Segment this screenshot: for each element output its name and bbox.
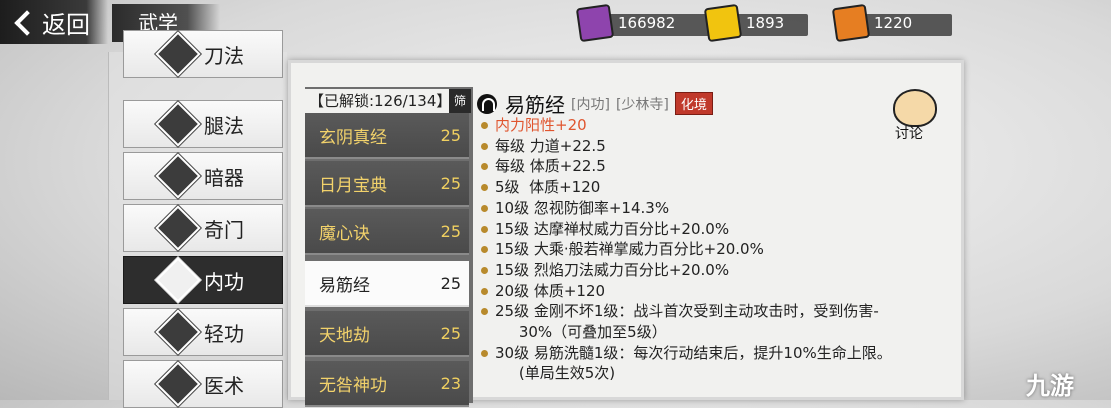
skill-name: 日月宝典 (319, 175, 387, 196)
realm-badge: 化境 (674, 92, 713, 115)
skill-item-yijin[interactable]: 易筋经 25 (305, 261, 469, 307)
skill-title: 易筋经 (505, 93, 565, 117)
unlock-count: 【已解锁:126/134】 (305, 89, 459, 113)
category-medicine[interactable]: 医术 (123, 360, 283, 408)
watermark-logo: 九游 (1026, 372, 1074, 400)
resource-orange: 1220 (831, 3, 952, 43)
skill-level: 25 (440, 273, 461, 293)
skill-level: 25 (440, 221, 461, 241)
back-button[interactable]: 返回 (0, 0, 108, 44)
category-lightness[interactable]: 轻功 (123, 308, 283, 356)
skill-level: 25 (440, 173, 461, 193)
skill-title-row: 易筋经 [内功] [少林寺] 化境 (477, 89, 713, 118)
effect-line: 30级 易筋洗髓1级：每次行动结束后，提升10%生命上限。 (481, 343, 892, 364)
discuss-button[interactable]: 讨论 (885, 89, 943, 142)
category-label: 奇门 (204, 217, 244, 242)
strange-weapon-icon (155, 205, 201, 251)
skill-item-wujiu[interactable]: 无咎神功 23 (305, 361, 469, 407)
back-label: 返回 (42, 10, 90, 39)
effect-line: 5级 体质+120 (481, 177, 892, 198)
effect-line: 15级 大乘·般若禅掌威力百分比+20.0% (481, 239, 892, 260)
skill-name: 魔心诀 (319, 223, 370, 244)
effect-line: 25级 金刚不坏1级：战斗首次受到主动攻击时，受到伤害- (481, 301, 892, 322)
inner-power-icon (155, 257, 201, 303)
effect-line: (单局生效5次) (495, 364, 616, 383)
back-arrow-icon (10, 9, 36, 35)
skill-level: 25 (440, 323, 461, 343)
effect-line: 10级 忽视防御率+14.3% (481, 198, 892, 219)
skill-name: 天地劫 (319, 325, 370, 346)
orange-token-icon (831, 3, 871, 43)
effect-line: 20级 体质+120 (481, 281, 892, 302)
discuss-label: 讨论 (895, 126, 923, 142)
category-label: 腿法 (204, 113, 244, 138)
skill-name: 易筋经 (319, 275, 370, 296)
effect-line: 每级 力道+22.5 (481, 136, 892, 157)
filter-button[interactable]: 筛 (449, 89, 471, 113)
blade-icon (155, 31, 201, 77)
inner-power-icon (477, 93, 497, 114)
category-panel: 刀法 腿法 暗器 奇门 内功 轻功 医术 (108, 30, 287, 408)
skill-item-xuanyin[interactable]: 玄阴真经 25 (305, 113, 469, 159)
effect-line: 15级 达摩禅杖威力百分比+20.0% (481, 219, 892, 240)
effect-line: 15级 烈焰刀法威力百分比+20.0% (481, 260, 892, 281)
skill-type: [内功] (571, 96, 610, 113)
category-inner-power[interactable]: 内功 (123, 256, 283, 304)
gold-token-icon (703, 3, 743, 43)
purple-token-icon (575, 3, 615, 43)
resource-value: 166982 (618, 14, 676, 32)
resource-value: 1220 (874, 14, 913, 32)
lightness-icon (155, 309, 201, 355)
skill-item-tiandi[interactable]: 天地劫 25 (305, 311, 469, 357)
resource-gold: 1893 (703, 3, 808, 43)
category-label: 刀法 (204, 43, 244, 68)
category-label: 内功 (204, 269, 244, 294)
skill-item-moxin[interactable]: 魔心诀 25 (305, 209, 469, 255)
dog-mascot-icon (893, 89, 937, 127)
category-label: 轻功 (204, 321, 244, 346)
effect-line: 内力阳性+20 (481, 115, 892, 136)
resource-value: 1893 (746, 14, 785, 32)
skill-name: 玄阴真经 (319, 127, 387, 148)
skill-name: 无咎神功 (319, 375, 387, 396)
effect-line: 30%（可叠加至5级） (495, 323, 667, 342)
category-kick[interactable]: 腿法 (123, 100, 283, 148)
effect-list: 内力阳性+20 每级 力道+22.5 每级 体质+22.5 5级 体质+120 … (481, 115, 892, 384)
category-label: 医术 (204, 373, 244, 398)
kick-icon (155, 101, 201, 147)
shuriken-icon (155, 153, 201, 199)
category-label: 暗器 (204, 165, 244, 190)
skill-level: 23 (440, 373, 461, 393)
skill-level: 25 (440, 125, 461, 145)
category-hidden-weapon[interactable]: 暗器 (123, 152, 283, 200)
category-blade[interactable]: 刀法 (123, 30, 283, 78)
skill-panel: 【已解锁:126/134】 筛 玄阴真经 25 日月宝典 25 魔心诀 25 易… (288, 60, 964, 407)
skill-school: [少林寺] (615, 96, 669, 113)
resource-purple: 166982 (575, 3, 712, 43)
effect-line: 每级 体质+22.5 (481, 156, 892, 177)
skill-item-riyue[interactable]: 日月宝典 25 (305, 161, 469, 207)
category-strange-weapon[interactable]: 奇门 (123, 204, 283, 252)
